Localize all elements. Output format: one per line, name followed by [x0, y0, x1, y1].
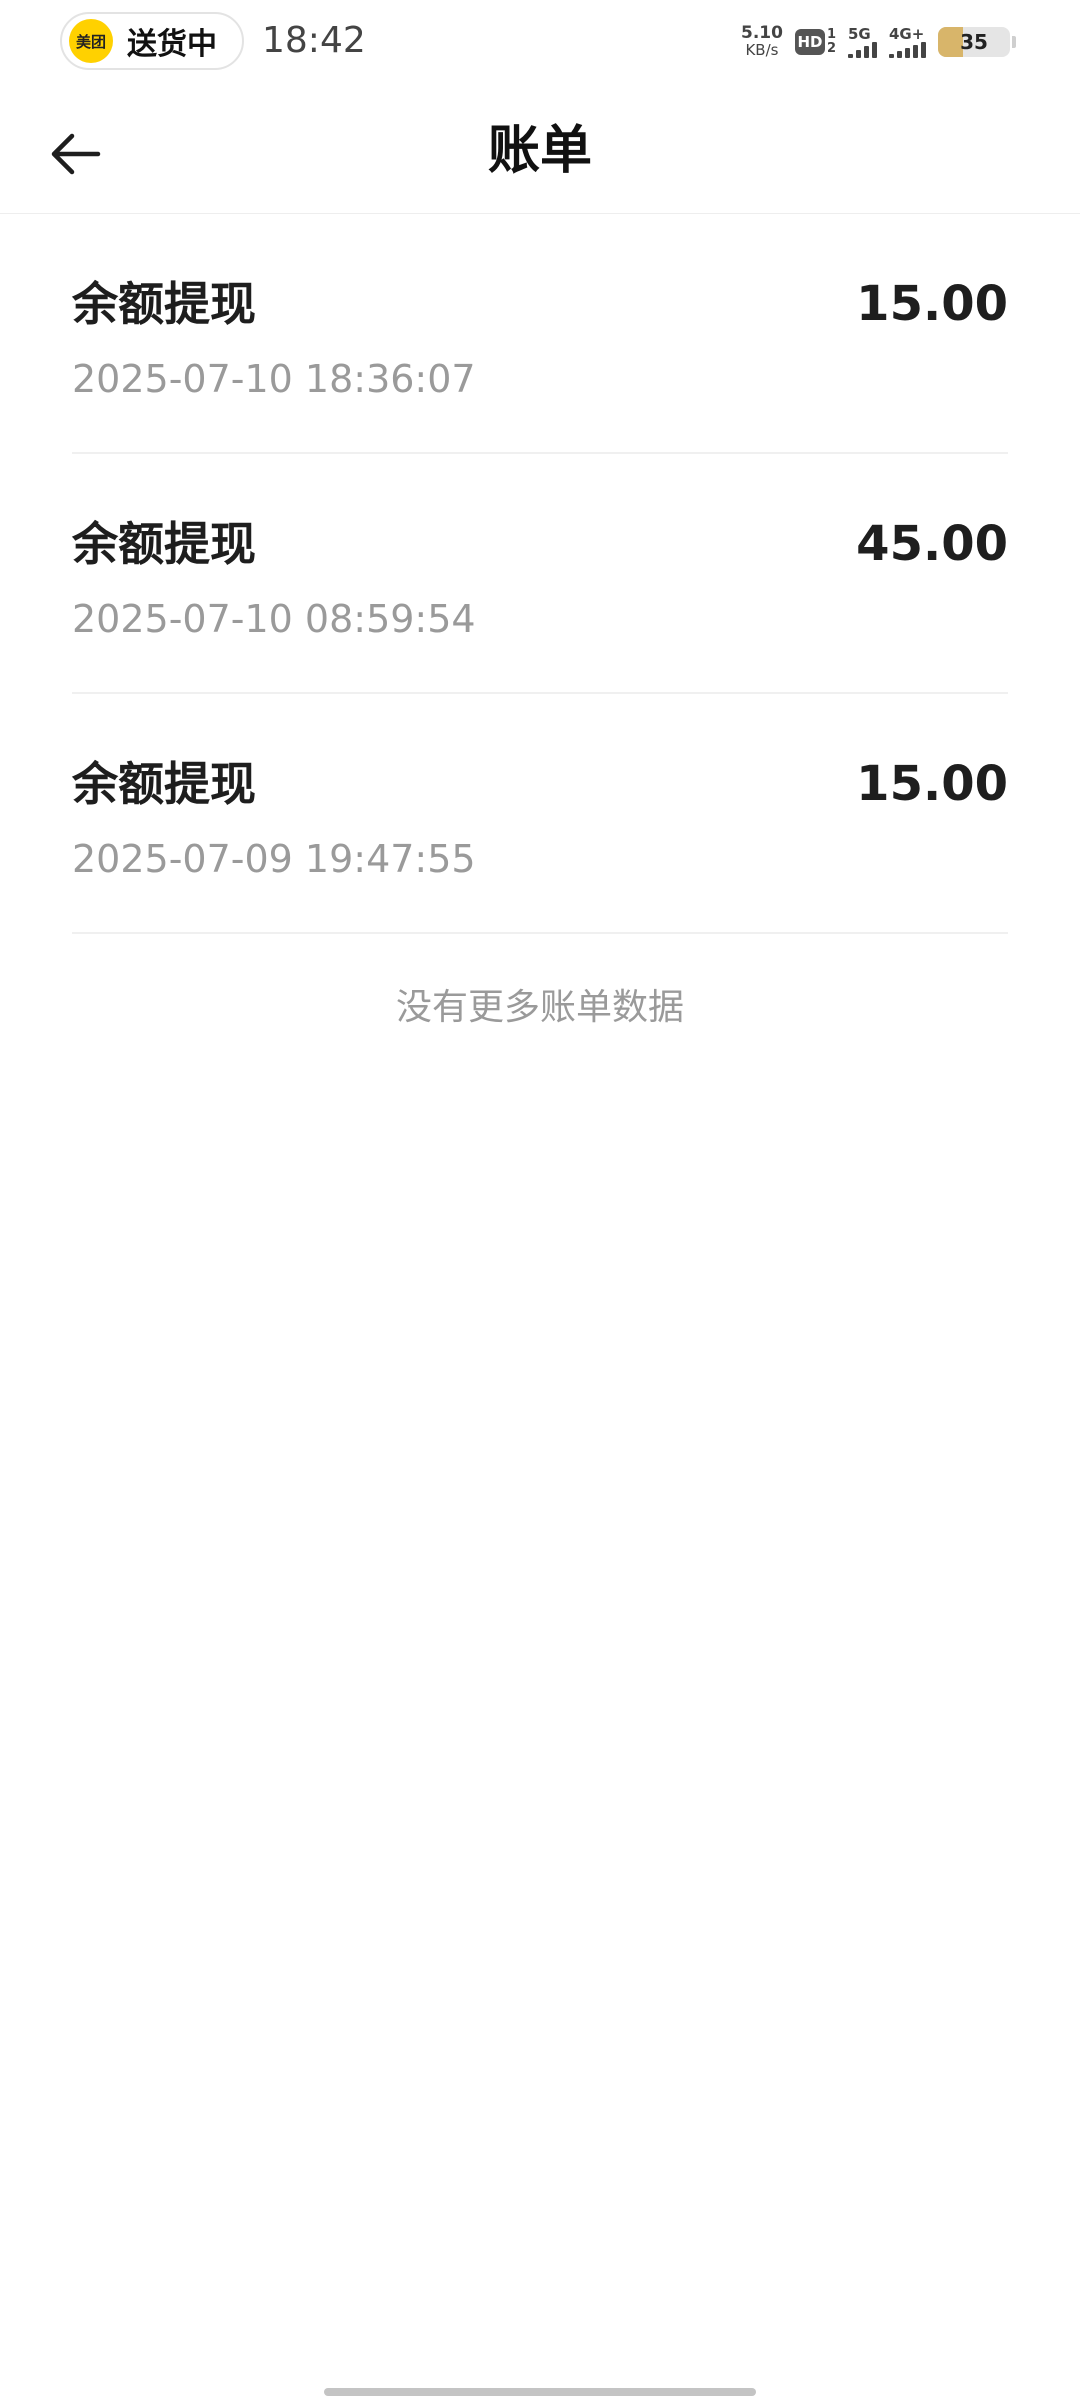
delivery-status-pill[interactable]: 美团 送货中: [60, 12, 244, 70]
hd-sub: 2: [826, 41, 836, 56]
bill-amount: 15.00: [856, 276, 1008, 332]
hd-sup: 1: [826, 27, 836, 42]
hd-voice-icon: HD 1 2: [794, 27, 836, 56]
clock: 18:42: [262, 20, 366, 61]
bill-row[interactable]: 余额提现 15.00 2025-07-09 19:47:55: [72, 694, 1008, 934]
bill-list: 余额提现 15.00 2025-07-10 18:36:07 余额提现 45.0…: [72, 214, 1008, 934]
bill-type: 余额提现: [72, 277, 256, 331]
signal-4g-icon: 4G+: [889, 26, 926, 58]
hd-label: HD: [794, 29, 825, 55]
network-speed: 5.10 KB/s: [741, 25, 783, 59]
status-icons: 5.10 KB/s HD 1 2 5G 4G+ 35: [741, 20, 1016, 64]
bill-amount: 15.00: [856, 756, 1008, 812]
status-bar: 美团 送货中 18:42 5.10 KB/s HD 1 2 5G 4G+ 35: [0, 0, 1080, 84]
bill-type: 余额提现: [72, 517, 256, 571]
bill-row[interactable]: 余额提现 15.00 2025-07-10 18:36:07: [72, 214, 1008, 454]
signal-4g-label: 4G+: [889, 25, 925, 43]
home-indicator[interactable]: [324, 2388, 756, 2396]
bill-type: 余额提现: [72, 757, 256, 811]
bill-amount: 45.00: [856, 516, 1008, 572]
bill-time: 2025-07-10 18:36:07: [72, 357, 476, 401]
delivery-status-text: 送货中: [127, 27, 217, 62]
battery-level: 35: [960, 30, 988, 54]
bill-time: 2025-07-09 19:47:55: [72, 837, 476, 881]
bill-time: 2025-07-10 08:59:54: [72, 597, 476, 641]
no-more-data-note: 没有更多账单数据: [395, 987, 684, 1028]
meituan-logo: 美团: [69, 19, 113, 63]
page-title: 账单: [487, 121, 592, 181]
network-speed-value: 5.10: [741, 23, 783, 43]
page-header: 账单: [0, 84, 1080, 214]
signal-5g-label: 5G: [848, 25, 871, 43]
network-speed-unit: KB/s: [745, 41, 779, 59]
bill-row[interactable]: 余额提现 45.00 2025-07-10 08:59:54: [72, 454, 1008, 694]
battery-icon: 35: [938, 27, 1010, 57]
signal-5g-icon: 5G: [848, 26, 877, 58]
